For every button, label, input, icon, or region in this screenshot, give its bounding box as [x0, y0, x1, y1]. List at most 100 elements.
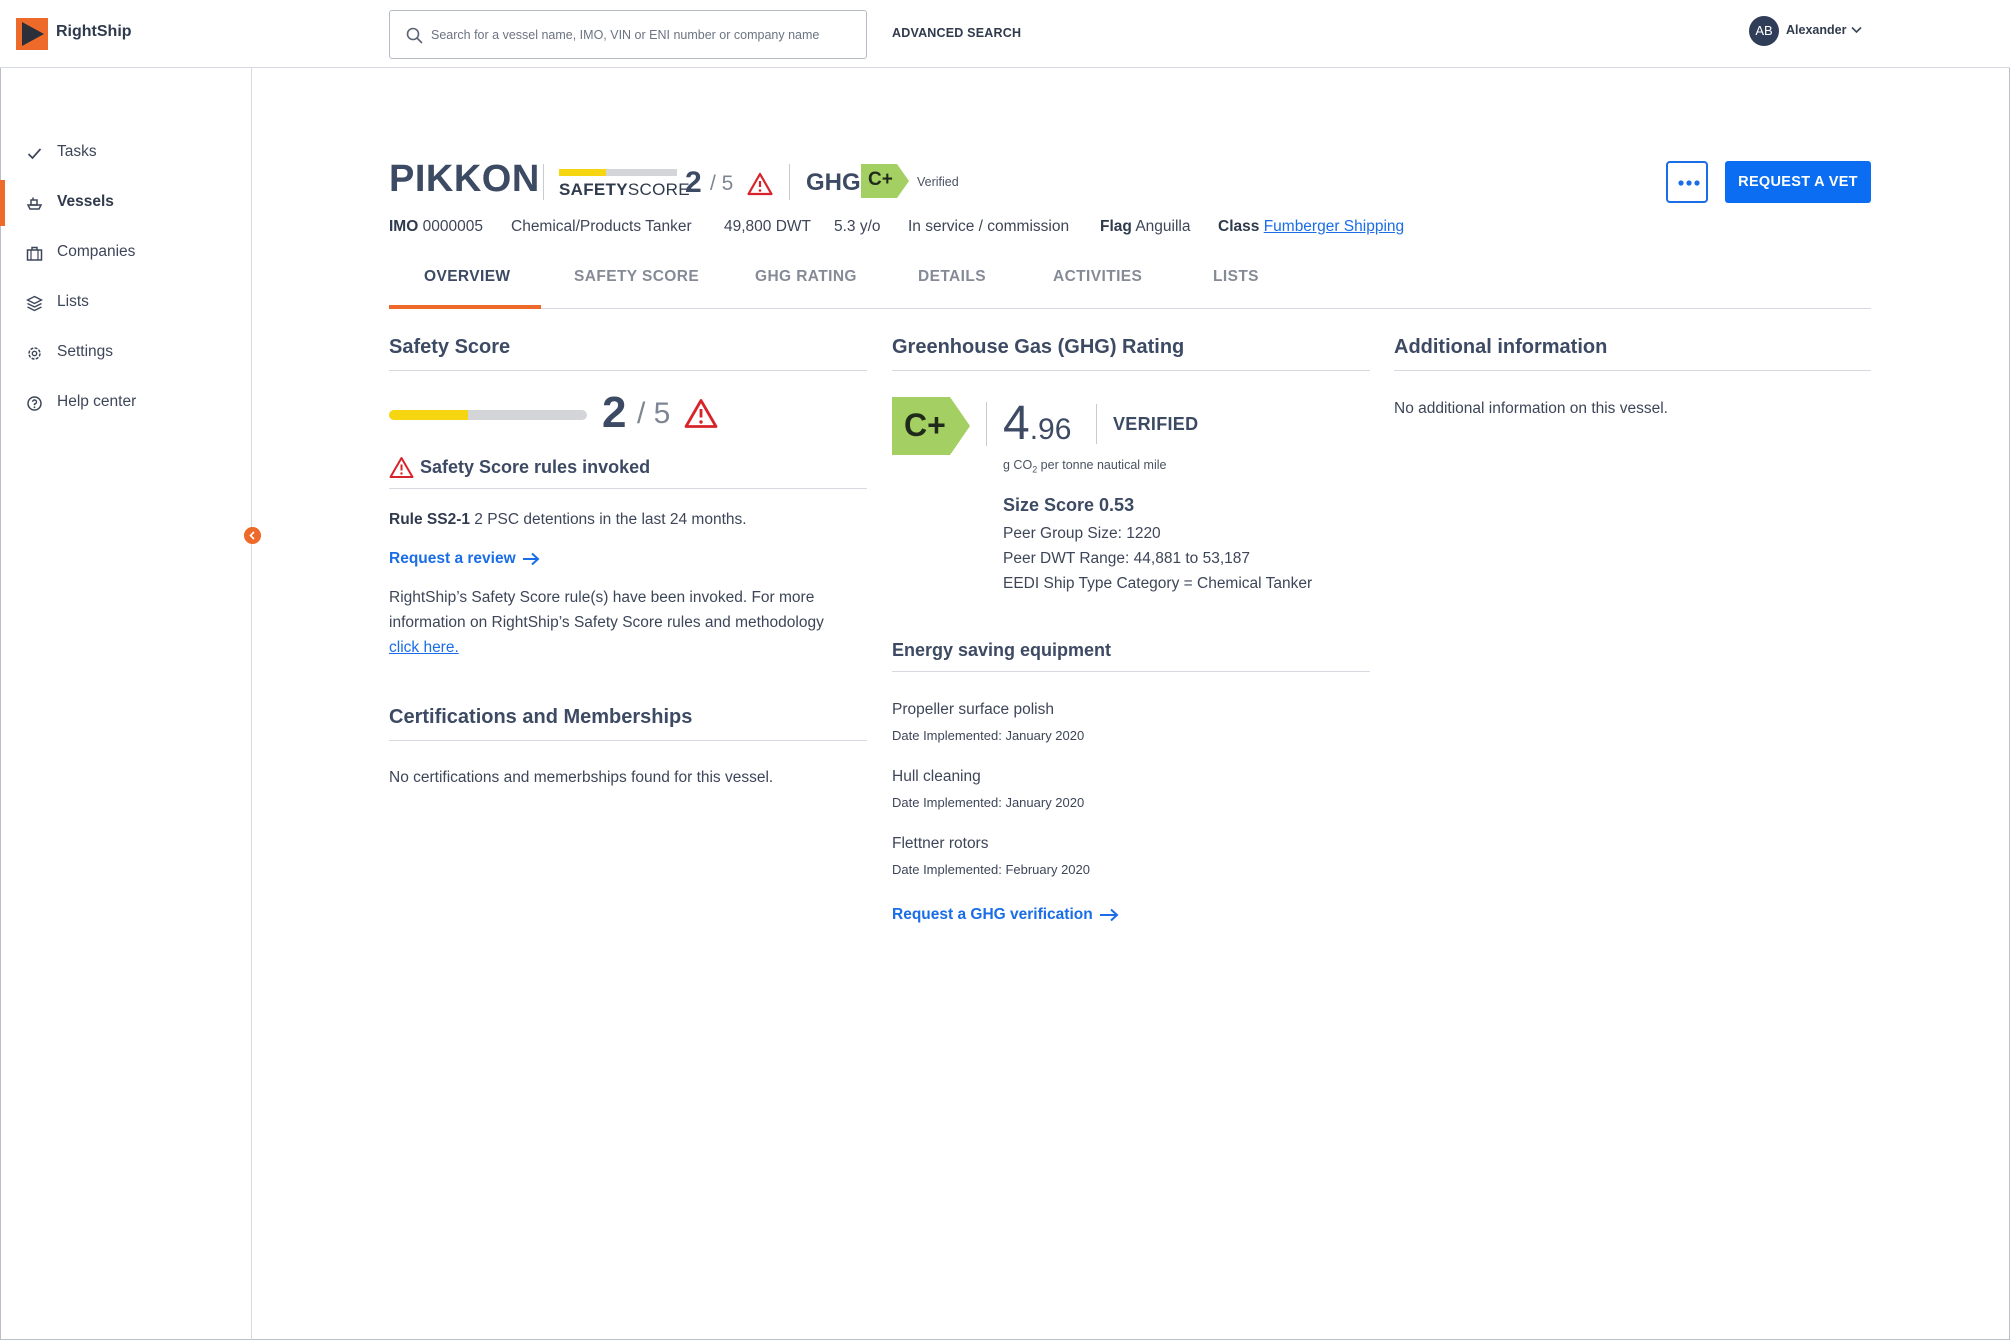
briefcase-icon [26, 246, 43, 261]
imo-value: 0000005 [422, 218, 483, 235]
search-input[interactable] [431, 23, 851, 47]
safety-score-mini-bar [559, 169, 677, 176]
divider [892, 671, 1370, 672]
sidebar-item-settings[interactable]: Settings [0, 330, 251, 376]
collapse-sidebar-icon[interactable] [244, 527, 261, 544]
tab-activities[interactable]: ACTIVITIES [1053, 268, 1142, 286]
request-ghg-verification-label: Request a GHG verification [892, 906, 1093, 923]
ghg-value-dec: .96 [1029, 413, 1072, 446]
class-field: Class Fumberger Shipping [1218, 218, 1404, 236]
tab-ghg-rating[interactable]: GHG RATING [755, 268, 857, 286]
tab-lists[interactable]: LISTS [1213, 268, 1259, 286]
avatar[interactable]: AB [1749, 16, 1779, 46]
advanced-search-link[interactable]: ADVANCED SEARCH [892, 26, 1021, 40]
safety-score-logo: SAFETYSCORE [559, 180, 690, 200]
tab-details[interactable]: DETAILS [918, 268, 986, 286]
sidebar-item-label: Tasks [57, 143, 97, 160]
request-ghg-verification-link[interactable]: Request a GHG verification [892, 906, 1119, 924]
safety-score-title: Safety Score [389, 336, 511, 358]
tab-bar: OVERVIEW SAFETY SCORE GHG RATING DETAILS… [389, 262, 1871, 309]
equipment-name: Hull cleaning [892, 768, 981, 785]
safety-score-value: 2 [685, 166, 702, 199]
divider [389, 740, 867, 741]
vessel-type: Chemical/Products Tanker [511, 218, 692, 235]
imo-label: IMO [389, 218, 419, 235]
size-score: Size Score 0.53 [1003, 495, 1135, 515]
ship-icon [26, 197, 43, 210]
ghg-rating-value: C+ [868, 169, 893, 190]
active-tab-indicator [389, 305, 541, 309]
additional-info-empty: No additional information on this vessel… [1394, 400, 1668, 417]
flag-label: Flag [1100, 218, 1132, 235]
sidebar-item-label: Companies [57, 243, 136, 260]
divider [389, 488, 867, 489]
equipment-date: Date Implemented: January 2020 [892, 795, 1085, 810]
top-bar: RightShip ADVANCED SEARCH AB Alexander [0, 0, 2010, 68]
safety-label-bold: SAFETY [559, 180, 628, 199]
check-icon [27, 148, 42, 160]
click-here-link[interactable]: click here. [389, 639, 459, 656]
divider [543, 164, 544, 200]
user-name[interactable]: Alexander [1786, 23, 1846, 37]
chevron-down-icon[interactable] [1851, 26, 1862, 34]
search-box[interactable] [389, 10, 867, 59]
safety-score-bar [389, 410, 587, 420]
rule-entry: Rule SS2-1 2 PSC detentions in the last … [389, 507, 747, 532]
class-link[interactable]: Fumberger Shipping [1264, 218, 1404, 235]
ghg-rating-badge: C+ [861, 164, 909, 198]
divider [1394, 370, 1871, 371]
equipment-name: Propeller surface polish [892, 701, 1054, 718]
equipment-date: Date Implemented: January 2020 [892, 728, 1085, 743]
warning-icon [684, 399, 718, 428]
ghg-status: Verified [917, 175, 959, 189]
divider [986, 402, 987, 446]
vessel-age: 5.3 y/o [834, 218, 881, 235]
safety-score-big-max: / 5 [637, 397, 671, 430]
sidebar-item-label: Lists [57, 293, 89, 310]
divider [892, 370, 1370, 371]
tab-overview[interactable]: OVERVIEW [424, 268, 510, 286]
ghg-label: GHG [806, 169, 861, 196]
request-review-link[interactable]: Request a review [389, 550, 540, 568]
vessel-dwt: 49,800 DWT [724, 218, 812, 235]
ghg-value: 4.96 [1003, 396, 1071, 451]
rules-invoked-title: Safety Score rules invoked [420, 457, 651, 477]
ghg-rating-badge-large: C+ [892, 397, 970, 455]
peer-dwt-range: Peer DWT Range: 44,881 to 53,187 [1003, 550, 1251, 567]
sidebar-item-tasks[interactable]: Tasks [0, 130, 251, 176]
equipment-name: Flettner rotors [892, 835, 989, 852]
rule-id: Rule SS2-1 [389, 511, 470, 528]
arrow-right-icon [1099, 908, 1119, 922]
rightship-logo[interactable] [16, 18, 48, 50]
safety-score-bar-fill [389, 410, 469, 420]
more-dots-icon [1678, 180, 1700, 186]
request-vet-button[interactable]: REQUEST A VET [1725, 161, 1871, 203]
flag-value: Anguilla [1135, 218, 1191, 235]
sidebar-item-label: Help center [57, 393, 137, 410]
rules-info-line: RightShip’s Safety Score rule(s) have be… [389, 589, 815, 606]
vessel-name: PIKKON [389, 158, 540, 200]
more-options-button[interactable] [1666, 161, 1708, 203]
flag-field: Flag Anguilla [1100, 218, 1190, 236]
safety-score-mini-fill [559, 169, 607, 176]
ghg-unit: g CO2 per tonne nautical mile [1003, 458, 1166, 475]
ghg-rating-large-value: C+ [904, 407, 946, 443]
tab-safety-score[interactable]: SAFETY SCORE [574, 268, 699, 286]
request-review-label: Request a review [389, 550, 516, 567]
sidebar-item-label: Vessels [57, 193, 114, 210]
layers-icon [26, 295, 43, 312]
eedi-category: EEDI Ship Type Category = Chemical Tanke… [1003, 575, 1313, 592]
certifications-empty: No certifications and memerbships found … [389, 769, 774, 786]
sidebar-item-companies[interactable]: Companies [0, 230, 251, 276]
sidebar-item-vessels[interactable]: Vessels [0, 180, 251, 226]
sidebar: Tasks Vessels Companies Lists Settings H… [0, 68, 252, 1340]
warning-icon [389, 457, 414, 478]
vessel-status: In service / commission [908, 218, 1070, 235]
peer-group-size: Peer Group Size: 1220 [1003, 525, 1161, 542]
sidebar-item-help-center[interactable]: Help center [0, 380, 251, 426]
equipment-date: Date Implemented: February 2020 [892, 862, 1090, 877]
ghg-value-int: 4 [1003, 397, 1030, 450]
certifications-title: Certifications and Memberships [389, 706, 693, 728]
ghg-verified-label: VERIFIED [1113, 414, 1199, 434]
sidebar-item-lists[interactable]: Lists [0, 280, 251, 326]
